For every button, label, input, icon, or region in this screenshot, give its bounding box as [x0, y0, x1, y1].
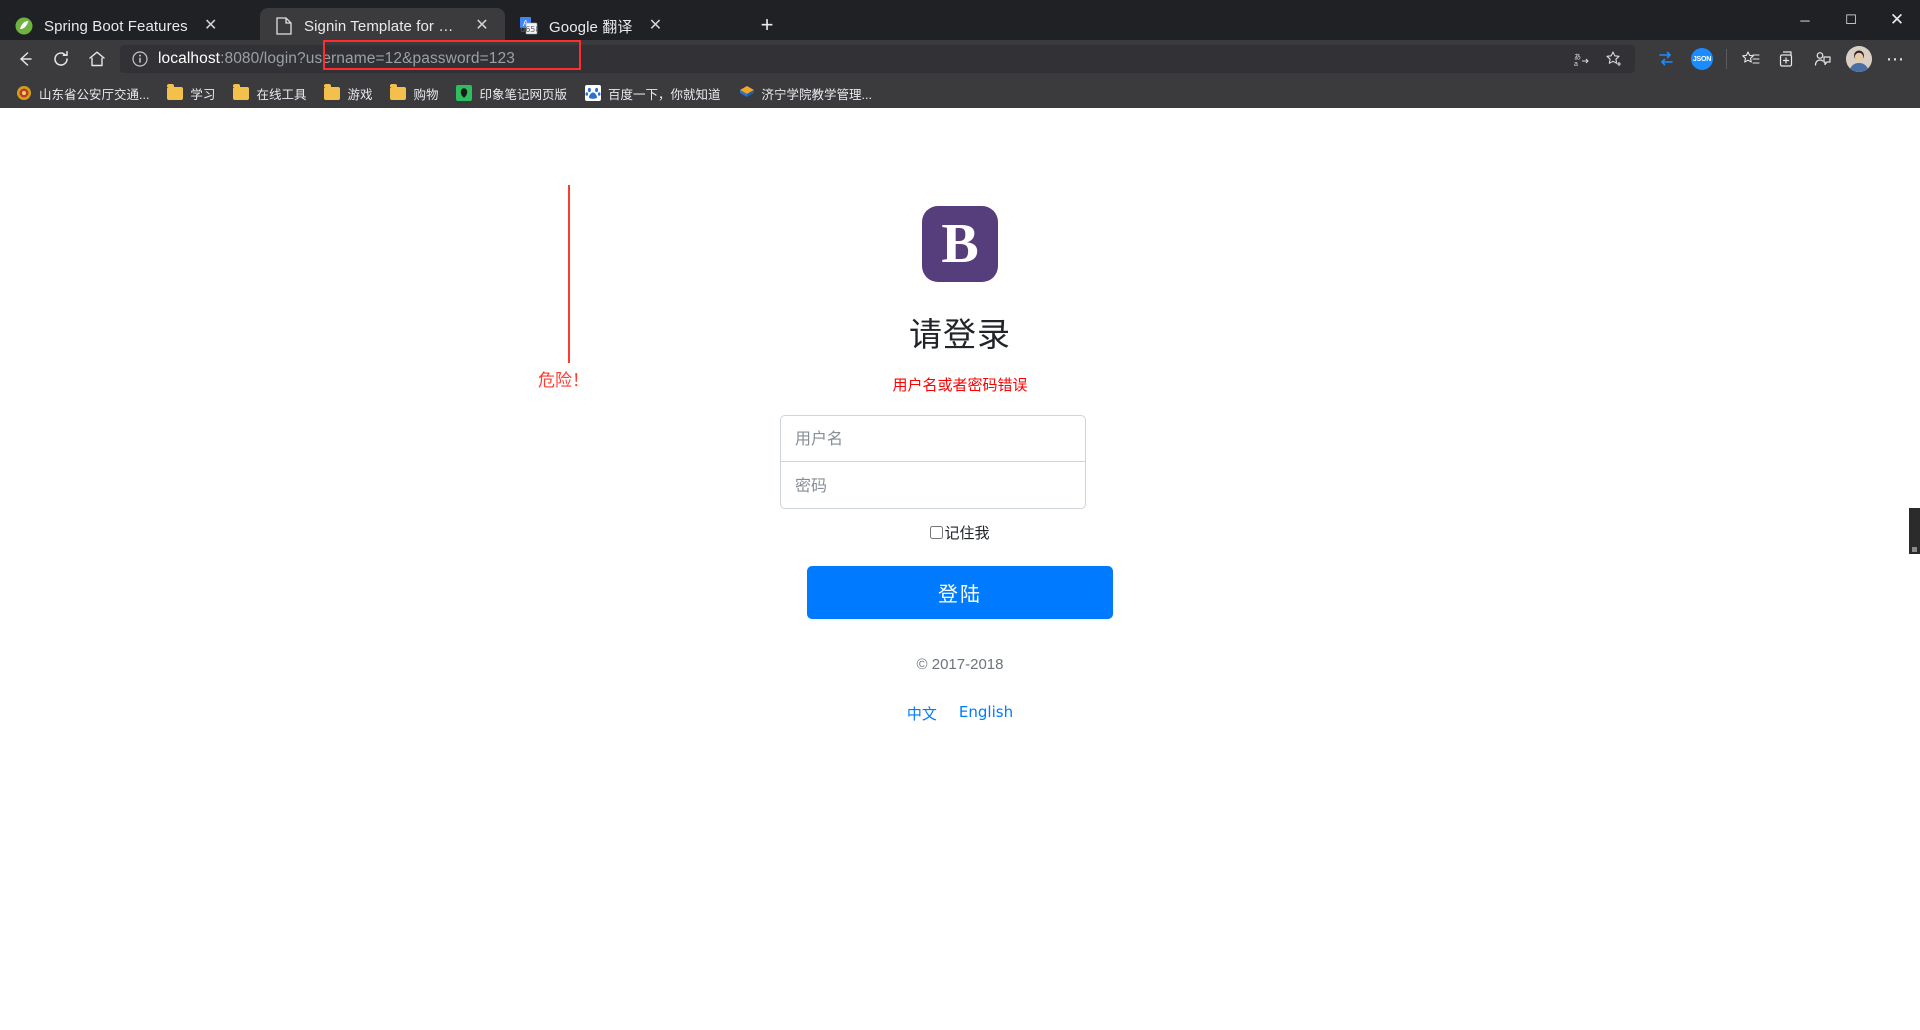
browser-toolbar: JSON ⋯ [1643, 44, 1912, 74]
language-link-english[interactable]: English [959, 703, 1013, 724]
browser-tab-google-translate[interactable]: A \u6587 Google 翻译 ✕ [505, 8, 750, 44]
folder-icon [390, 83, 407, 101]
copyright-text: © 2017-2018 [916, 656, 1004, 673]
close-window-button[interactable]: ✕ [1874, 0, 1920, 40]
svg-text:あ: あ [1574, 53, 1581, 61]
bookmark-label: 百度一下，你就知道 [608, 87, 721, 102]
tab-title: Spring Boot Features [44, 17, 188, 35]
bookmark-folder-online-tools[interactable]: 在线工具 [225, 81, 314, 106]
language-link-chinese[interactable]: 中文 [907, 703, 937, 724]
navigation-bar: localhost:8080/login?username=12&passwor… [0, 40, 1920, 78]
svg-text:\u6587: \u6587 [520, 25, 538, 34]
bookmark-label: 印象笔记网页版 [479, 87, 567, 102]
baidu-icon [585, 85, 601, 101]
browser-tab-signin-template[interactable]: Signin Template for Bootstrap ✕ [260, 8, 505, 44]
favorite-star-icon[interactable] [1599, 46, 1629, 72]
translate-icon[interactable]: あa [1567, 46, 1597, 72]
maximize-button[interactable]: ☐ [1828, 0, 1874, 40]
username-input[interactable] [780, 415, 1086, 462]
bookmark-item-baidu[interactable]: 百度一下，你就知道 [577, 81, 729, 106]
bookmark-folder-games[interactable]: 游戏 [316, 81, 380, 106]
bookmark-folder-study[interactable]: 学习 [159, 81, 223, 106]
tab-close-icon[interactable]: ✕ [198, 13, 224, 39]
spring-leaf-icon [14, 16, 34, 36]
folder-icon [324, 83, 341, 101]
window-controls: ─ ☐ ✕ [1782, 0, 1920, 40]
tab-title: Google 翻译 [549, 18, 633, 36]
info-circle-icon[interactable] [130, 49, 150, 69]
browser-window: Spring Boot Features ✕ Signin Template f… [0, 0, 1920, 1030]
police-badge-icon [16, 85, 32, 101]
bookmark-label: 济宁学院教学管理... [761, 87, 872, 102]
bookmark-label: 学习 [190, 87, 216, 102]
tab-strip: Spring Boot Features ✕ Signin Template f… [0, 0, 784, 44]
collections-icon[interactable] [1770, 44, 1804, 74]
refresh-button[interactable] [44, 44, 78, 74]
bookmark-item-shandong-police[interactable]: 山东省公安厅交通... [8, 81, 157, 106]
remember-me-label: 记住我 [944, 524, 990, 542]
login-error-message: 用户名或者密码错误 [892, 376, 1028, 394]
settings-more-icon[interactable]: ⋯ [1878, 44, 1912, 74]
bootstrap-logo-letter: B [941, 213, 979, 275]
bookmark-label: 游戏 [347, 87, 373, 102]
folder-icon [233, 83, 250, 101]
home-button[interactable] [80, 44, 114, 74]
evernote-icon [456, 85, 473, 101]
bookmark-item-jining-university[interactable]: 济宁学院教学管理... [731, 81, 880, 106]
tab-close-icon[interactable]: ✕ [469, 13, 495, 39]
remember-me-checkbox[interactable] [930, 526, 944, 539]
minimize-button[interactable]: ─ [1782, 0, 1828, 40]
avatar [1846, 46, 1872, 72]
json-viewer-icon[interactable]: JSON [1685, 44, 1719, 74]
bookmark-label: 山东省公安厅交通... [39, 87, 150, 102]
scrollbar-indicator[interactable] [1909, 508, 1920, 554]
svg-text:a: a [1574, 61, 1578, 68]
tab-title: Signin Template for Bootstrap [304, 17, 459, 35]
jnxy-icon [739, 85, 755, 101]
credential-fields [780, 415, 1140, 509]
title-bar: Spring Boot Features ✕ Signin Template f… [0, 0, 1920, 44]
url-text[interactable]: localhost:8080/login?username=12&passwor… [158, 50, 515, 68]
login-form-container: B 请登录 用户名或者密码错误 记住我 登陆 © 2017-2018 中文 En… [780, 108, 1140, 724]
google-translate-icon: A \u6587 [519, 16, 539, 36]
page-viewport: 危险！ B 请登录 用户名或者密码错误 记住我 登陆 © 2017-2018 中… [0, 108, 1920, 1030]
page-document-icon [274, 16, 294, 36]
toolbar-divider [1726, 49, 1727, 69]
language-links: 中文 English [780, 703, 1140, 724]
url-host: localhost [158, 50, 221, 67]
bookmark-label: 购物 [413, 87, 439, 102]
back-button[interactable] [8, 44, 42, 74]
collections-sync-icon[interactable] [1649, 44, 1683, 74]
url-query: ?username=12&password=123 [297, 50, 515, 67]
account-avatar[interactable] [1842, 44, 1876, 74]
bookmark-label: 在线工具 [256, 87, 307, 102]
bookmark-item-evernote[interactable]: 印象笔记网页版 [448, 81, 575, 106]
address-bar[interactable]: localhost:8080/login?username=12&passwor… [120, 40, 1635, 73]
json-badge: JSON [1691, 48, 1713, 70]
tab-close-icon[interactable]: ✕ [642, 13, 668, 39]
browser-tab-spring-boot-features[interactable]: Spring Boot Features ✕ [0, 8, 260, 44]
omnibox-actions: あa [1567, 46, 1629, 72]
page-title: 请登录 [909, 315, 1011, 354]
annotation-arrow-line [568, 185, 570, 363]
new-tab-button[interactable]: + [750, 8, 784, 42]
url-path: :8080/login [220, 50, 298, 67]
bootstrap-logo-icon: B [922, 206, 998, 282]
bookmark-folder-shopping[interactable]: 购物 [382, 81, 446, 106]
signin-button[interactable]: 登陆 [807, 566, 1113, 619]
annotation-danger-label: 危险！ [538, 371, 589, 391]
profile-feedback-icon[interactable] [1806, 44, 1840, 74]
folder-icon [167, 83, 184, 101]
favorites-list-icon[interactable] [1734, 44, 1768, 74]
remember-me-row[interactable]: 记住我 [780, 522, 1140, 543]
password-input[interactable] [780, 462, 1086, 509]
bookmarks-bar: 山东省公安厅交通... 学习 在线工具 游戏 购物 印象笔记网页版 百度一下，你… [0, 78, 1920, 108]
